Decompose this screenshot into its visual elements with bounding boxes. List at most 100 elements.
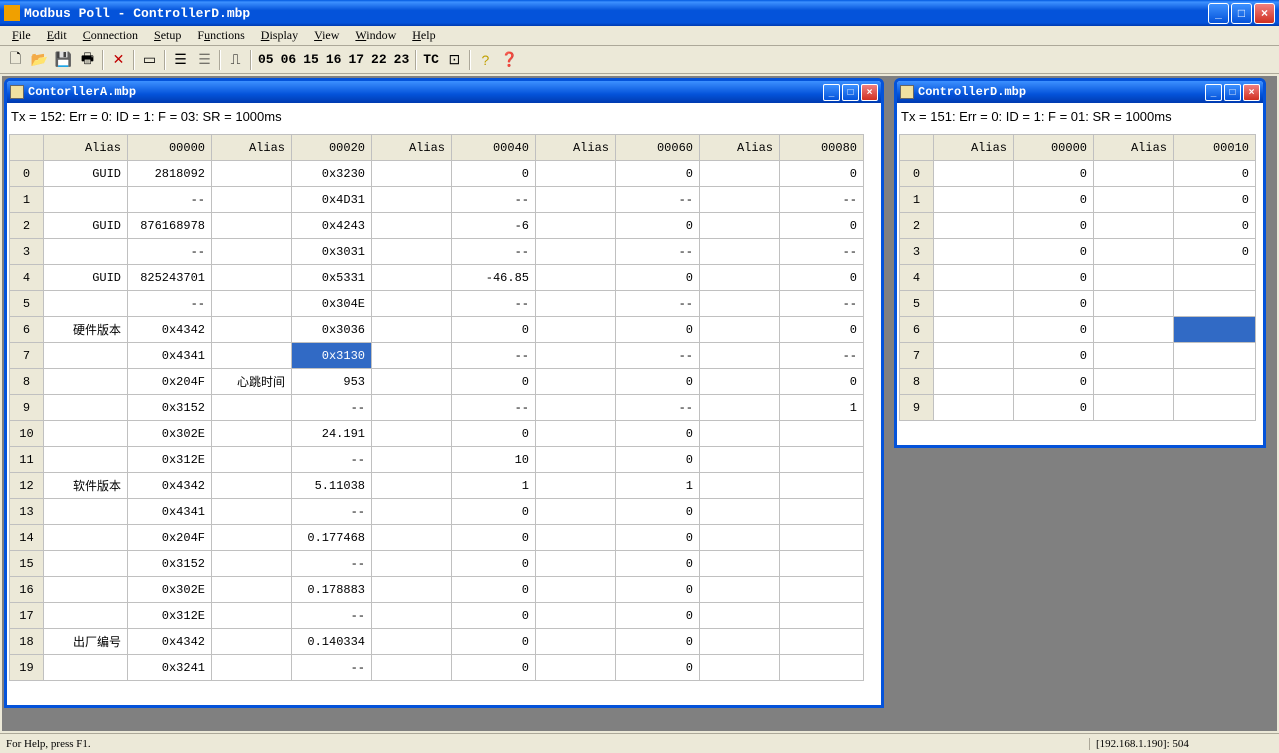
register-grid-d[interactable]: Alias00000Alias0001000010020030040506070… <box>899 134 1256 421</box>
tb-fc-16[interactable]: 16 <box>323 52 345 67</box>
grid-cell[interactable] <box>212 421 292 447</box>
grid-cell[interactable]: -- <box>128 239 212 265</box>
close-button[interactable]: × <box>1254 3 1275 24</box>
grid-cell[interactable] <box>934 369 1014 395</box>
grid-cell[interactable] <box>934 161 1014 187</box>
grid-cell[interactable]: 0 <box>452 525 536 551</box>
row-header[interactable]: 3 <box>900 239 934 265</box>
grid-cell[interactable] <box>212 213 292 239</box>
menu-edit[interactable]: Edit <box>39 26 75 45</box>
grid-cell[interactable]: 0 <box>616 551 700 577</box>
maximize-button[interactable]: □ <box>1231 3 1252 24</box>
grid-cell[interactable] <box>44 655 128 681</box>
grid-cell[interactable] <box>1094 265 1174 291</box>
column-header[interactable]: Alias <box>1094 135 1174 161</box>
grid-cell[interactable]: -- <box>292 655 372 681</box>
grid-cell[interactable] <box>44 421 128 447</box>
grid-cell[interactable] <box>536 369 616 395</box>
row-header[interactable]: 4 <box>900 265 934 291</box>
grid-cell[interactable]: -- <box>452 343 536 369</box>
grid-cell[interactable]: 0 <box>1014 291 1094 317</box>
grid-cell[interactable] <box>44 395 128 421</box>
grid-cell[interactable]: 0 <box>452 603 536 629</box>
grid-cell[interactable]: 876168978 <box>128 213 212 239</box>
grid-cell[interactable] <box>44 369 128 395</box>
grid-cell[interactable]: 0 <box>1014 187 1094 213</box>
column-header[interactable]: 00000 <box>1014 135 1094 161</box>
grid-cell[interactable] <box>536 629 616 655</box>
grid-cell[interactable]: -- <box>452 291 536 317</box>
grid-cell[interactable]: -46.85 <box>452 265 536 291</box>
column-header[interactable]: 00060 <box>616 135 700 161</box>
row-header[interactable]: 3 <box>10 239 44 265</box>
grid-cell[interactable] <box>372 421 452 447</box>
grid-cell[interactable] <box>212 317 292 343</box>
grid-cell[interactable] <box>536 473 616 499</box>
grid-cell[interactable] <box>1094 395 1174 421</box>
grid-cell[interactable] <box>934 187 1014 213</box>
grid-cell[interactable] <box>1094 213 1174 239</box>
grid-cell[interactable] <box>212 265 292 291</box>
grid-cell[interactable] <box>44 577 128 603</box>
column-header[interactable]: Alias <box>700 135 780 161</box>
row-header[interactable]: 4 <box>10 265 44 291</box>
grid-cell[interactable] <box>700 473 780 499</box>
grid-cell[interactable]: 0 <box>1014 239 1094 265</box>
grid-cell[interactable] <box>212 187 292 213</box>
grid-cell[interactable] <box>1174 317 1256 343</box>
grid-cell[interactable] <box>700 525 780 551</box>
grid-cell[interactable] <box>934 213 1014 239</box>
grid-cell[interactable] <box>934 317 1014 343</box>
grid-cell[interactable]: 0x4342 <box>128 629 212 655</box>
grid-cell[interactable] <box>212 291 292 317</box>
grid-cell[interactable]: 0 <box>1014 395 1094 421</box>
grid-cell[interactable] <box>212 473 292 499</box>
grid-cell[interactable] <box>700 265 780 291</box>
grid-cell[interactable]: 953 <box>292 369 372 395</box>
grid-cell[interactable]: 0 <box>616 525 700 551</box>
grid-cell[interactable] <box>372 551 452 577</box>
grid-cell[interactable] <box>536 421 616 447</box>
grid-cell[interactable] <box>780 499 864 525</box>
poll2-icon[interactable]: ☰ <box>193 49 216 71</box>
grid-cell[interactable]: 心跳时间 <box>212 369 292 395</box>
column-header[interactable]: Alias <box>212 135 292 161</box>
tc-tool-icon[interactable]: ⊡ <box>443 49 466 71</box>
grid-cell[interactable]: 出厂编号 <box>44 629 128 655</box>
row-header[interactable]: 15 <box>10 551 44 577</box>
grid-cell[interactable]: 0 <box>1014 161 1094 187</box>
column-header[interactable]: Alias <box>536 135 616 161</box>
grid-cell[interactable] <box>536 655 616 681</box>
grid-cell[interactable] <box>536 213 616 239</box>
grid-cell[interactable] <box>780 447 864 473</box>
grid-cell[interactable] <box>372 291 452 317</box>
grid-cell[interactable]: -- <box>780 291 864 317</box>
grid-cell[interactable]: -- <box>616 291 700 317</box>
grid-cell[interactable] <box>372 343 452 369</box>
grid-cell[interactable]: 0 <box>616 629 700 655</box>
grid-cell[interactable]: 0x4341 <box>128 343 212 369</box>
grid-cell[interactable] <box>700 291 780 317</box>
grid-cell[interactable] <box>1174 291 1256 317</box>
grid-cell[interactable] <box>212 447 292 473</box>
grid-cell[interactable] <box>212 395 292 421</box>
grid-cell[interactable]: 0 <box>616 317 700 343</box>
grid-cell[interactable]: 0 <box>452 369 536 395</box>
grid-cell[interactable] <box>372 655 452 681</box>
tb-fc-15[interactable]: 15 <box>300 52 322 67</box>
save-icon[interactable]: 💾 <box>52 49 75 71</box>
grid-cell[interactable] <box>372 577 452 603</box>
grid-cell[interactable] <box>780 525 864 551</box>
grid-cell[interactable]: 软件版本 <box>44 473 128 499</box>
grid-cell[interactable]: 0x312E <box>128 447 212 473</box>
child-a-close-button[interactable]: × <box>861 84 878 101</box>
grid-cell[interactable]: 0 <box>616 603 700 629</box>
grid-cell[interactable] <box>44 551 128 577</box>
grid-cell[interactable]: 0x3230 <box>292 161 372 187</box>
grid-cell[interactable]: 2818092 <box>128 161 212 187</box>
grid-cell[interactable] <box>780 629 864 655</box>
grid-cell[interactable]: -- <box>616 187 700 213</box>
grid-cell[interactable]: 0 <box>780 213 864 239</box>
row-header[interactable]: 7 <box>900 343 934 369</box>
grid-cell[interactable] <box>372 473 452 499</box>
